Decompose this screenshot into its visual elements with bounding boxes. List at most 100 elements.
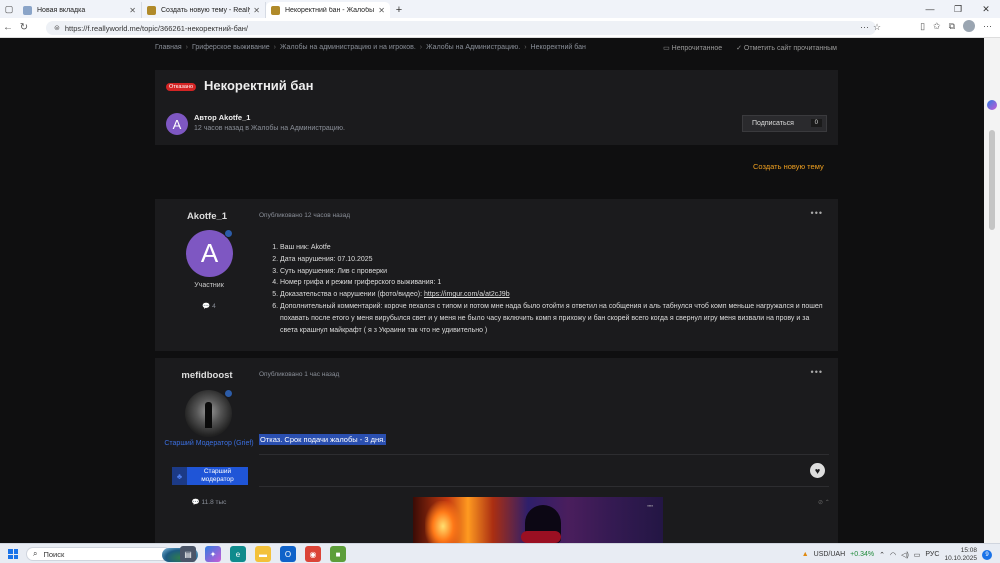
like-heart-icon[interactable]: ♥ (810, 463, 825, 478)
close-window-icon[interactable]: ✕ (972, 0, 1000, 18)
breadcrumb-item[interactable]: Гриферское выживание (192, 44, 270, 51)
breadcrumb-separator: › (419, 44, 423, 51)
tab-title: Создать новую тему - ReallyWorld (161, 6, 250, 14)
post-username[interactable]: mefidboost (155, 370, 259, 381)
post-content: Ваш ник: Akotfe Дата нарушения: 07.10.20… (267, 242, 827, 336)
signature-image: ▪▪▪▪ (413, 497, 663, 543)
group-icon: ♣ (172, 467, 187, 485)
breadcrumb-actions: ▭ Непрочитанное ✓ Отметить сайт прочитан… (663, 44, 837, 52)
more-options-icon[interactable]: ••• (811, 208, 823, 218)
url-text: https://f.reallyworld.me/topic/366261-не… (64, 23, 248, 33)
copilot-icon[interactable] (987, 100, 997, 110)
refresh-icon[interactable]: ↻ (16, 22, 32, 33)
status-badge: Отказано (166, 83, 196, 91)
copilot-app-icon[interactable]: ✦ (205, 546, 221, 562)
topic-meta: 12 часов назад в Жалобы на Администрацию… (194, 125, 345, 132)
clock-date: 10.10.2025 (944, 554, 977, 562)
post-username[interactable]: Akotfe_1 (155, 211, 259, 222)
battery-icon[interactable]: ▭ (914, 551, 921, 559)
search-label: Поиск (43, 549, 65, 559)
breadcrumb-item[interactable]: Жалобы на администрацию и на игроков. (280, 44, 416, 51)
create-topic-link[interactable]: Создать новую тему (753, 162, 824, 171)
comment-icon: 💬 (191, 499, 200, 506)
image-flame (425, 501, 461, 543)
taskbar-apps: ▤ ✦ e ▬ O ◉ ■ (180, 546, 346, 562)
forum-page: Главная › Гриферское выживание › Жалобы … (0, 38, 984, 543)
chrome-icon[interactable]: ◉ (305, 546, 321, 562)
currency-change: +0.34% (850, 551, 875, 558)
signature-toggle-icon[interactable]: ⊘ ⌃ (818, 499, 830, 506)
post: mefidboost Старший Модератор (Grief) ♣ С… (155, 358, 838, 543)
close-tab-icon[interactable]: ✕ (253, 6, 260, 15)
file-explorer-icon[interactable]: ▬ (255, 546, 271, 562)
volume-icon[interactable]: ◁) (901, 551, 909, 559)
moderator-badge: ♣ Старший модератор (172, 467, 248, 485)
tray-chevron-icon[interactable]: ⌃ (879, 551, 885, 559)
proof-link[interactable]: https://imgur.com/a/at2cJ9b (424, 291, 510, 298)
list-item: Дополнительный комментарий: короче пехал… (280, 301, 827, 336)
windows-start-icon[interactable] (8, 549, 18, 559)
close-tab-icon[interactable]: ✕ (378, 6, 385, 15)
site-info-icon[interactable]: ⊜ (54, 24, 60, 32)
tab-create-topic[interactable]: Создать новую тему - ReallyWorld ✕ (142, 2, 266, 18)
tab-favicon (23, 5, 32, 15)
breadcrumb-current: Некоректний бан (530, 44, 586, 51)
scrollbar-thumb[interactable] (989, 130, 995, 230)
notification-bell-icon[interactable]: 9 (982, 549, 992, 560)
back-icon[interactable]: ← (0, 22, 16, 33)
list-item: Дата нарушения: 07.10.2025 (280, 254, 827, 266)
online-status-icon (224, 229, 233, 238)
post-count: 💬 11.8 тыс (155, 498, 263, 506)
user-role: Участник (194, 282, 224, 289)
minecraft-icon[interactable]: ■ (330, 546, 346, 562)
subscribe-button[interactable]: Подписаться 0 (742, 115, 827, 132)
read-aloud-icon[interactable]: ⋯ (860, 22, 869, 33)
settings-menu-icon[interactable]: ⋯ (983, 21, 992, 32)
collections-icon[interactable]: ⧉ (949, 21, 955, 32)
mark-read-link[interactable]: ✓ Отметить сайт прочитанным (736, 44, 837, 52)
clock[interactable]: 15:08 10.10.2025 (944, 547, 977, 562)
page-title: Некоректний бан (204, 78, 314, 93)
outlook-icon[interactable]: O (280, 546, 296, 562)
currency-label[interactable]: USD/UAH (814, 551, 846, 558)
maximize-icon[interactable]: ❐ (944, 0, 972, 18)
language-indicator[interactable]: РУС (925, 551, 939, 558)
edge-icon[interactable]: e (230, 546, 246, 562)
scrollbar[interactable] (984, 38, 1000, 543)
avatar-figure (205, 402, 212, 428)
split-screen-icon[interactable]: ▯ (920, 21, 925, 32)
online-status-icon (224, 389, 233, 398)
tab-current-topic[interactable]: Некоректний бан - Жалобы на а... ✕ (266, 2, 390, 18)
breadcrumb-item[interactable]: Жалобы на Администрацию. (426, 44, 520, 51)
divider (259, 486, 829, 487)
task-view-icon[interactable]: ▤ (180, 546, 196, 562)
more-options-icon[interactable]: ••• (811, 367, 823, 377)
topic-author[interactable]: Автор Akotfe_1 (194, 113, 250, 122)
wifi-icon[interactable]: ◠ (890, 551, 896, 559)
new-tab-button[interactable]: + (390, 2, 408, 18)
favorite-star-icon[interactable]: ☆ (873, 22, 881, 33)
search-icon: ⌕ (33, 549, 38, 558)
favorites-icon[interactable]: ✩ (933, 21, 941, 32)
post-count: 💬 4 (155, 302, 263, 310)
unread-link[interactable]: ▭ Непрочитанное (663, 44, 722, 52)
tab-new-tab[interactable]: Новая вкладка ✕ (18, 2, 142, 18)
mark-read-label: Отметить сайт прочитанным (743, 45, 837, 52)
address-bar[interactable]: ⊜ https://f.reallyworld.me/topic/366261-… (46, 21, 876, 35)
minimize-icon[interactable]: — (916, 0, 944, 18)
tab-title: Новая вкладка (37, 6, 86, 14)
moderator-badge-label: Старший модератор (187, 467, 248, 485)
user-role: Старший Модератор (Grief) (164, 440, 254, 447)
close-tab-icon[interactable]: ✕ (129, 6, 136, 15)
list-item: Ваш ник: Akotfe (280, 242, 827, 254)
address-actions: ⋯ ☆ (860, 22, 881, 33)
tab-favicon (271, 5, 280, 15)
profile-avatar[interactable] (963, 20, 975, 32)
taskbar-search[interactable]: ⌕ Поиск (26, 547, 198, 562)
tab-favicon (147, 5, 156, 15)
avatar[interactable]: A (166, 113, 188, 135)
proof-label: Доказательства о нарушении (фото/видео): (280, 291, 423, 299)
unread-label: Непрочитанное (671, 45, 723, 52)
tab-actions-icon[interactable]: ▢ (0, 0, 18, 18)
breadcrumb-home[interactable]: Главная (155, 44, 182, 51)
